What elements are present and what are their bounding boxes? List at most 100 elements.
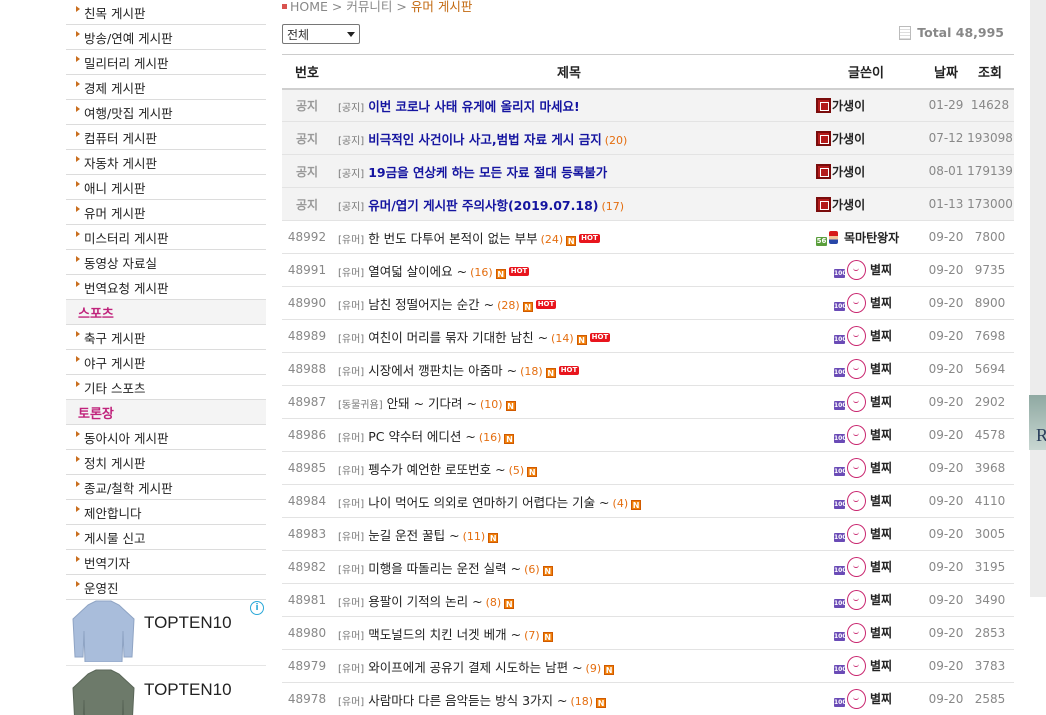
sweater-image[interactable] [66, 597, 141, 662]
comment-count[interactable]: (9) [586, 662, 602, 675]
comment-count[interactable]: (28) [497, 299, 520, 312]
author-name[interactable]: 별찌 [870, 428, 892, 442]
author-name[interactable]: 별찌 [870, 659, 892, 673]
author-name[interactable]: 별찌 [870, 461, 892, 475]
sidebar-item[interactable]: 밀리터리 게시판 [66, 50, 266, 75]
ad-label[interactable]: TOPTEN10 [144, 613, 232, 633]
author-name[interactable]: 별찌 [870, 692, 892, 706]
author-name[interactable]: 별찌 [870, 263, 892, 277]
author-name[interactable]: 별찌 [870, 626, 892, 640]
ad-item[interactable]: TOPTEN10 [66, 665, 266, 715]
sidebar-item-label[interactable]: 번역기자 [84, 553, 130, 572]
sidebar-item[interactable]: 동영상 자료실 [66, 250, 266, 275]
ad-label[interactable]: TOPTEN10 [144, 680, 232, 700]
sidebar-item[interactable]: 여행/맛집 게시판 [66, 100, 266, 125]
post-title-link[interactable]: 맥도널드의 치킨 너겟 베개 ~ [368, 627, 521, 642]
author-name[interactable]: 가생이 [832, 165, 865, 179]
author-name[interactable]: 별찌 [870, 395, 892, 409]
breadcrumb-home[interactable]: HOME [290, 0, 328, 14]
sidebar-item-label[interactable]: 경제 게시판 [84, 78, 145, 97]
author-name[interactable]: 별찌 [870, 329, 892, 343]
sidebar-item-label[interactable]: 미스터리 게시판 [84, 228, 168, 247]
sidebar-item[interactable]: 컴퓨터 게시판 [66, 125, 266, 150]
sidebar-item[interactable]: 미스터리 게시판 [66, 225, 266, 250]
sidebar-item[interactable]: 게시물 신고 [66, 525, 266, 550]
sidebar-item[interactable]: 경제 게시판 [66, 75, 266, 100]
comment-count[interactable]: (24) [541, 233, 564, 246]
post-title-link[interactable]: 19금을 연상케 하는 모든 자료 절대 등록불가 [368, 165, 607, 180]
sidebar-item-label[interactable]: 종교/철학 게시판 [84, 478, 173, 497]
sidebar-item-label[interactable]: 자동차 게시판 [84, 153, 157, 172]
post-title-link[interactable]: 사람마다 다른 음악듣는 방식 3가지 ~ [368, 693, 567, 708]
author-name[interactable]: 별찌 [870, 527, 892, 541]
sidebar-item-label[interactable]: 번역요청 게시판 [84, 278, 168, 297]
sidebar-item-label[interactable]: 친목 게시판 [84, 3, 145, 22]
comment-count[interactable]: (10) [480, 398, 503, 411]
post-title-link[interactable]: 나이 먹어도 의외로 연마하기 어렵다는 기술 ~ [368, 495, 609, 510]
sidebar-item-label[interactable]: 여행/맛집 게시판 [84, 103, 173, 122]
right-ad-banner[interactable] [1030, 0, 1046, 597]
breadcrumb-section[interactable]: 커뮤니티 [346, 0, 392, 14]
comment-count[interactable]: (17) [601, 200, 624, 213]
sidebar-item-label[interactable]: 밀리터리 게시판 [84, 53, 168, 72]
comment-count[interactable]: (20) [605, 134, 628, 147]
comment-count[interactable]: (18) [520, 365, 543, 378]
sidebar-item-label[interactable]: 동아시아 게시판 [84, 428, 168, 447]
post-title-link[interactable]: 미행을 따돌리는 운전 실력 ~ [368, 561, 521, 576]
post-title-link[interactable]: 펭수가 예언한 로또번호 ~ [368, 462, 505, 477]
post-title-link[interactable]: 용팔이 기적의 논리 ~ [368, 594, 482, 609]
post-title-link[interactable]: 눈길 운전 꿀팁 ~ [368, 528, 459, 543]
comment-count[interactable]: (18) [571, 695, 594, 708]
category-filter-select[interactable]: 전체 [282, 24, 360, 44]
post-title-link[interactable]: 열여덟 살이에요 ~ [368, 264, 467, 279]
comment-count[interactable]: (6) [524, 563, 540, 576]
post-title-link[interactable]: PC 약수터 에디션 ~ [368, 429, 476, 444]
sidebar-item[interactable]: 야구 게시판 [66, 350, 266, 375]
sidebar-item-label[interactable]: 야구 게시판 [84, 353, 145, 372]
sidebar-item[interactable]: 친목 게시판 [66, 0, 266, 25]
sidebar-item[interactable]: 기타 스포츠 [66, 375, 266, 400]
author-name[interactable]: 가생이 [832, 132, 865, 146]
sidebar-item-label[interactable]: 게시물 신고 [84, 528, 145, 547]
sidebar-item[interactable]: 유머 게시판 [66, 200, 266, 225]
post-title-link[interactable]: 비극적인 사건이나 사고,범법 자료 게시 금지 [368, 132, 602, 147]
ad-item[interactable]: TOPTEN10 i [66, 597, 266, 662]
author-name[interactable]: 별찌 [870, 593, 892, 607]
author-name[interactable]: 별찌 [870, 296, 892, 310]
sidebar-item[interactable]: 애니 게시판 [66, 175, 266, 200]
author-name[interactable]: 별찌 [870, 362, 892, 376]
post-title-link[interactable]: 여친이 머리를 묶자 기대한 남친 ~ [368, 330, 548, 345]
sidebar-item-label[interactable]: 동영상 자료실 [84, 253, 157, 272]
comment-count[interactable]: (11) [463, 530, 486, 543]
comment-count[interactable]: (8) [486, 596, 502, 609]
author-name[interactable]: 별찌 [870, 560, 892, 574]
sidebar-item[interactable]: 정치 게시판 [66, 450, 266, 475]
right-ad-letter[interactable]: R [1036, 425, 1046, 446]
sidebar-item-label[interactable]: 방송/연예 게시판 [84, 28, 173, 47]
sidebar-item-label[interactable]: 운영진 [84, 578, 119, 597]
sidebar-item[interactable]: 동아시아 게시판 [66, 425, 266, 450]
ad-info-icon[interactable]: i [250, 601, 264, 615]
sidebar-item-label[interactable]: 기타 스포츠 [84, 378, 145, 397]
sidebar-item-label[interactable]: 유머 게시판 [84, 203, 145, 222]
post-title-link[interactable]: 시장에서 깽판치는 아줌마 ~ [368, 363, 517, 378]
post-title-link[interactable]: 안돼 ~ 기다려 ~ [387, 396, 477, 411]
sidebar-item-label[interactable]: 정치 게시판 [84, 453, 145, 472]
author-name[interactable]: 별찌 [870, 494, 892, 508]
sidebar-item[interactable]: 방송/연예 게시판 [66, 25, 266, 50]
post-title-link[interactable]: 남친 정떨어지는 순간 ~ [368, 297, 494, 312]
sidebar-item[interactable]: 번역기자 [66, 550, 266, 575]
post-title-link[interactable]: 이번 코로나 사태 유게에 올리지 마세요! [368, 99, 579, 114]
sidebar-item[interactable]: 종교/철학 게시판 [66, 475, 266, 500]
post-title-link[interactable]: 한 번도 다투어 본적이 없는 부부 [368, 231, 537, 246]
sidebar-item[interactable]: 제안합니다 [66, 500, 266, 525]
comment-count[interactable]: (4) [613, 497, 629, 510]
author-name[interactable]: 목마탄왕자 [844, 231, 899, 245]
sidebar-item[interactable]: 번역요청 게시판 [66, 275, 266, 300]
comment-count[interactable]: (7) [524, 629, 540, 642]
comment-count[interactable]: (5) [509, 464, 525, 477]
post-title-link[interactable]: 와이프에게 공유기 결제 시도하는 남편 ~ [368, 660, 582, 675]
sidebar-item[interactable]: 축구 게시판 [66, 325, 266, 350]
sidebar-item[interactable]: 자동차 게시판 [66, 150, 266, 175]
author-name[interactable]: 가생이 [832, 99, 865, 113]
